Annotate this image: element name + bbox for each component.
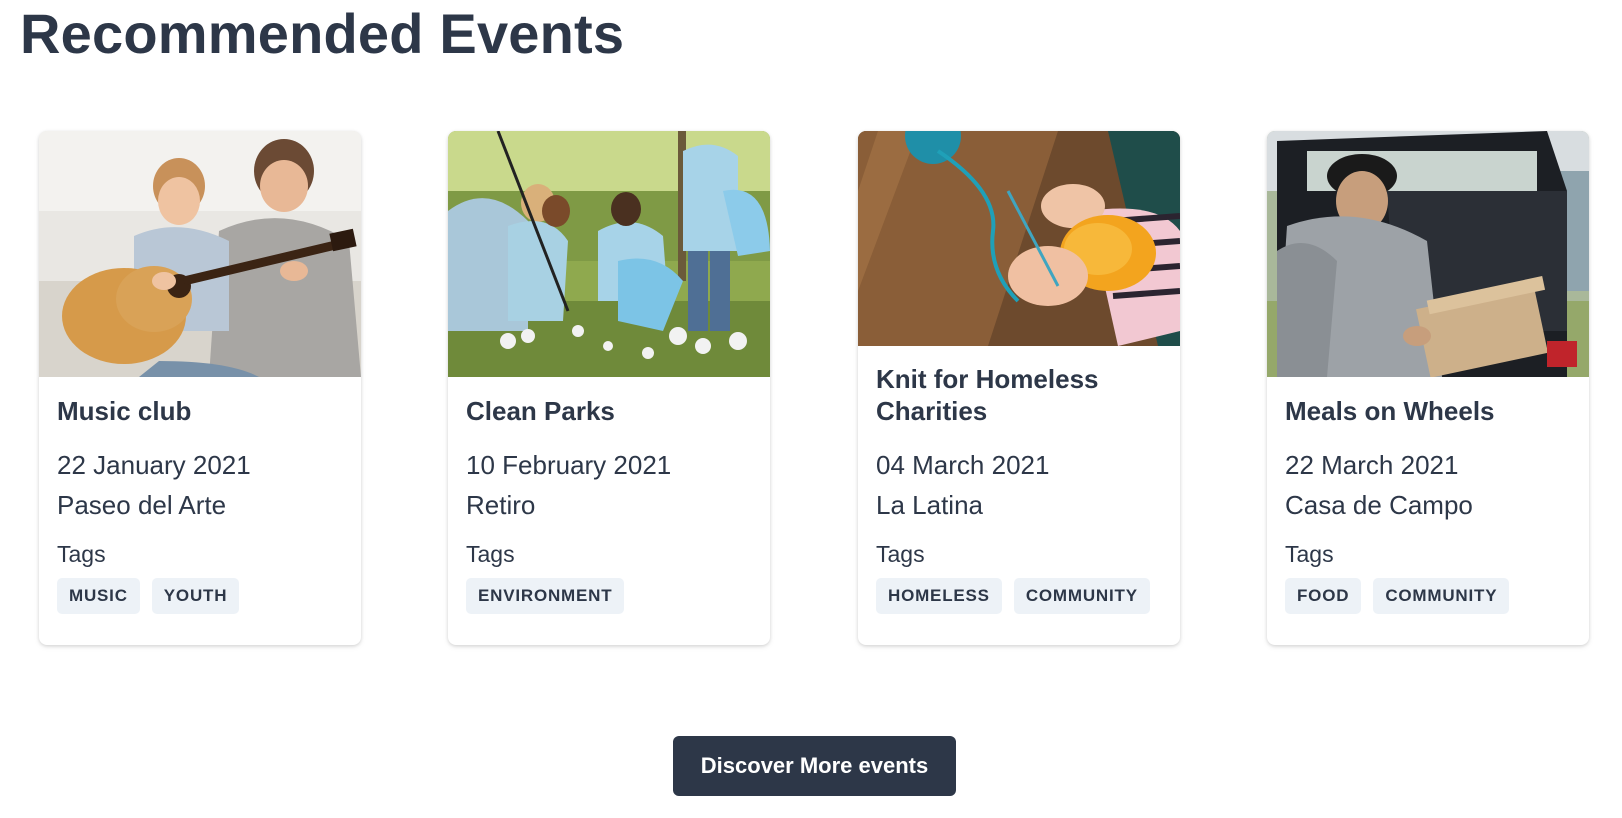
event-image-meals-on-wheels[interactable] <box>1267 131 1589 377</box>
event-location: Retiro <box>466 490 536 520</box>
tag-community[interactable]: COMMUNITY <box>1373 578 1510 614</box>
tag-music[interactable]: MUSIC <box>57 578 140 614</box>
tag-food[interactable]: FOOD <box>1285 578 1362 614</box>
event-card[interactable]: Clean Parks 10 February 2021 Retiro Tags… <box>448 131 770 645</box>
event-title[interactable]: Meals on Wheels <box>1285 395 1571 427</box>
knitting-photo <box>858 131 1180 346</box>
event-card[interactable]: Music club 22 January 2021 Paseo del Art… <box>39 131 361 645</box>
tag-list: MUSIC YOUTH <box>57 578 343 614</box>
event-location: Casa de Campo <box>1285 490 1473 520</box>
event-card[interactable]: Meals on Wheels 22 March 2021 Casa de Ca… <box>1267 131 1589 645</box>
event-image-clean-parks[interactable] <box>448 131 770 377</box>
event-date: 04 March 2021 <box>876 450 1050 480</box>
tags-label: Tags <box>876 541 925 567</box>
event-title[interactable]: Music club <box>57 395 343 427</box>
park-cleanup-photo <box>448 131 770 377</box>
discover-more-events-button[interactable]: Discover More events <box>673 736 956 796</box>
tags-label: Tags <box>466 541 515 567</box>
event-date: 22 January 2021 <box>57 450 251 480</box>
event-location: La Latina <box>876 490 983 520</box>
event-image-knit-for-homeless[interactable] <box>858 131 1180 346</box>
event-date: 22 March 2021 <box>1285 450 1459 480</box>
tags-label: Tags <box>1285 541 1334 567</box>
page: Recommended Events Music club 22 January… <box>0 0 1622 818</box>
tag-community[interactable]: COMMUNITY <box>1013 578 1150 614</box>
event-date: 10 February 2021 <box>466 450 672 480</box>
tag-environment[interactable]: ENVIRONMENT <box>466 578 625 614</box>
tags-label: Tags <box>57 541 106 567</box>
tag-youth[interactable]: YOUTH <box>151 578 240 614</box>
event-card-list: Music club 22 January 2021 Paseo del Art… <box>0 131 1622 651</box>
tag-homeless[interactable]: HOMELESS <box>876 578 1002 614</box>
page-title: Recommended Events <box>20 2 625 65</box>
guitar-lesson-photo <box>39 131 361 377</box>
tag-list: ENVIRONMENT <box>466 578 752 614</box>
event-image-music-club[interactable] <box>39 131 361 377</box>
event-title[interactable]: Knit for Homeless Charities <box>876 363 1162 427</box>
tag-list: FOOD COMMUNITY <box>1285 578 1571 614</box>
tag-list: HOMELESS COMMUNITY <box>876 578 1162 614</box>
event-title[interactable]: Clean Parks <box>466 395 752 427</box>
event-location: Paseo del Arte <box>57 490 227 520</box>
event-card[interactable]: Knit for Homeless Charities 04 March 202… <box>858 131 1180 645</box>
car-trunk-delivery-photo <box>1267 131 1589 377</box>
